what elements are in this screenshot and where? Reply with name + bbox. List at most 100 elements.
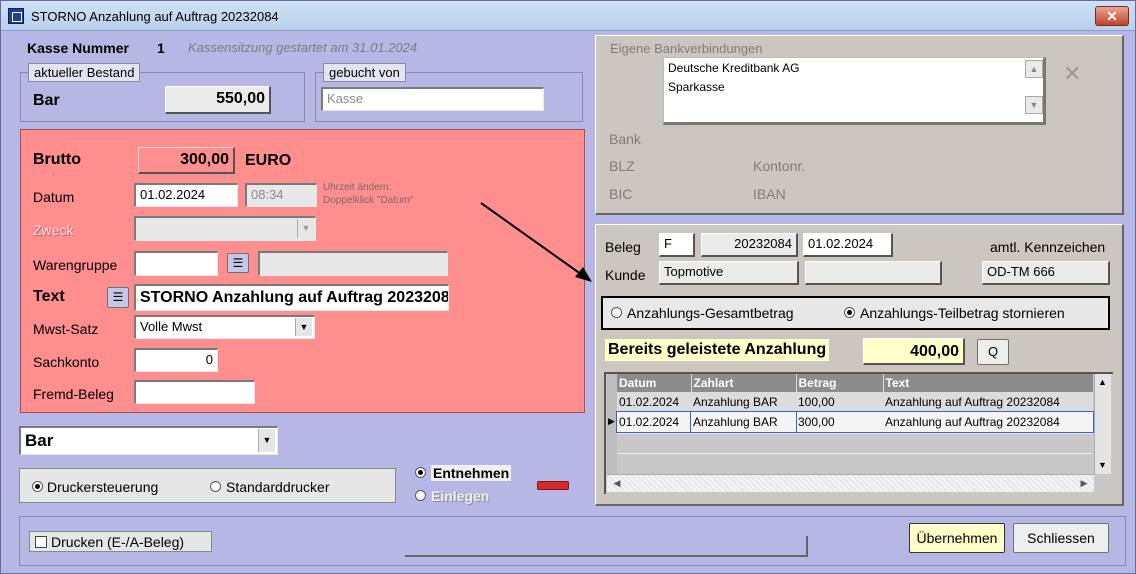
bic-label: BIC [609,186,633,202]
table-row[interactable]: 01.02.2024 Anzahlung BAR 300,00 Anzahlun… [616,411,1094,433]
grid-scroll-left-arrow-icon[interactable]: ◀ [609,475,625,491]
radio-einlegen[interactable] [415,490,426,501]
sachkonto-field[interactable]: 0 [134,348,218,372]
warengruppe-lookup-list-icon[interactable]: ☰ [227,253,249,273]
blz-label: BLZ [609,158,635,174]
grid-cell[interactable]: Anzahlung BAR [690,411,797,433]
grid-scroll-up-arrow-icon[interactable]: ▲ [1094,374,1111,390]
bestand-group-label: aktueller Bestand [28,63,141,82]
grid-cell[interactable]: 300,00 [796,412,883,432]
zweck-dropdown-arrow-icon[interactable]: ▼ [297,219,314,238]
print-checkbox[interactable] [35,536,47,548]
dialog-window: STORNO Anzahlung auf Auftrag 20232084 ✕ … [0,0,1136,574]
radio-entnehmen-label[interactable]: Entnehmen [431,465,512,481]
beleg-number-field: 20232084 [701,233,798,257]
warengruppe-label: Warengruppe [33,257,118,273]
grid-scroll-right-arrow-icon[interactable]: ▶ [1076,475,1092,491]
grid-cell[interactable]: 01.02.2024 [617,392,691,412]
table-row[interactable]: 01.02.2024 Anzahlung BAR 100,00 Anzahlun… [617,392,1093,412]
kasse-number: 1 [157,40,165,56]
grid-horizontal-scrollbar[interactable] [607,474,1094,492]
brutto-label: Brutto [33,151,81,168]
current-row-pointer-icon: ▶ [608,416,615,426]
text-field[interactable]: STORNO Anzahlung auf Auftrag 20232084 [134,284,449,311]
scroll-up-arrow-icon[interactable]: ▲ [1025,60,1043,78]
radio-druckersteuerung-label[interactable]: Druckersteuerung [47,479,158,495]
grid-table: Datum Zahlart Betrag Text 01.02.2024 Anz… [616,374,1094,433]
radio-standarddrucker[interactable] [210,481,221,492]
radio-anzahlung-teilbetrag-label[interactable]: Anzahlungs-Teilbetrag stornieren [860,305,1065,321]
accept-button[interactable]: Übernehmen [909,523,1005,553]
bank-group-label: Eigene Bankverbindungen [610,41,763,56]
grid-cell[interactable]: 100,00 [796,392,883,412]
kennzeichen-field: OD-TM 666 [982,261,1110,285]
kennzeichen-label: amtl. Kennzeichen [990,239,1106,255]
fremd-beleg-field[interactable] [134,380,255,404]
annotation-arrow-icon [480,202,592,282]
mwst-label: Mwst-Satz [33,321,99,337]
grid-header-zahlart[interactable]: Zahlart [691,374,797,392]
status-bar-field [405,536,808,557]
payment-dropdown-arrow-icon[interactable]: ▼ [258,429,275,452]
minus-indicator-icon [537,481,569,490]
gebucht-group-label: gebucht von [323,63,406,82]
window-title: STORNO Anzahlung auf Auftrag 20232084 [31,9,279,24]
time-hint-line1: Uhrzeit ändern: [323,182,392,193]
grid-cell[interactable]: 01.02.2024 [617,412,691,432]
gebucht-field[interactable]: Kasse [321,87,544,111]
title-bar: STORNO Anzahlung auf Auftrag 20232084 ✕ [1,1,1135,31]
app-icon [8,8,24,24]
beleg-label: Beleg [605,239,641,255]
radio-entnehmen[interactable] [415,467,426,478]
radio-anzahlung-teilbetrag[interactable] [844,307,855,318]
text-lookup-list-icon[interactable]: ☰ [107,287,129,308]
mwst-select[interactable]: Volle Mwst [134,315,315,339]
grid-cell[interactable]: Anzahlung BAR [691,392,796,412]
close-button[interactable]: Schliessen [1013,523,1109,553]
bereits-label: Bereits geleistete Anzahlung [605,339,830,361]
zweck-select[interactable] [134,216,316,241]
beleg-type-field: F [659,233,695,257]
print-checkbox-label[interactable]: Drucken (E-/A-Beleg) [51,534,184,550]
zweck-label: Zweck [33,222,74,238]
grid-header-datum[interactable]: Datum [617,374,692,392]
datum-field[interactable]: 01.02.2024 [134,183,238,207]
payment-type-select[interactable]: Bar [19,426,278,455]
radio-druckersteuerung[interactable] [32,481,43,492]
brutto-value[interactable]: 300,00 [138,147,235,174]
query-button[interactable]: Q [977,339,1009,365]
warengruppe-description [258,251,448,276]
time-field[interactable]: 08:34 [245,183,317,207]
radio-standarddrucker-label[interactable]: Standarddrucker [226,479,330,495]
bereits-value: 400,00 [863,338,965,365]
kasse-label: Kasse Nummer [27,40,129,56]
fremd-beleg-label: Fremd-Beleg [33,386,114,402]
grid-empty-row-divider [617,453,1093,454]
grid-scroll-down-arrow-icon[interactable]: ▼ [1094,457,1111,473]
datum-label[interactable]: Datum [33,189,74,205]
radio-einlegen-label[interactable]: Einlegen [431,488,489,504]
grid-header-betrag[interactable]: Betrag [796,374,884,392]
grid-cell[interactable]: Anzahlung auf Auftrag 20232084 [883,412,1093,432]
bestand-label: Bar [33,92,60,109]
bestand-value: 550,00 [165,86,271,114]
sachkonto-label: Sachkonto [33,354,100,370]
iban-label: IBAN [753,186,786,202]
beleg-date-field: 01.02.2024 [803,233,893,257]
window-close-button[interactable]: ✕ [1095,6,1129,26]
grid-cell[interactable]: Anzahlung auf Auftrag 20232084 [883,392,1093,412]
warengruppe-field[interactable] [134,251,218,276]
bank-list-item[interactable]: Deutsche Kreditbank AG [668,61,799,75]
delete-bank-x-icon[interactable]: ✕ [1063,61,1081,87]
mwst-dropdown-arrow-icon[interactable]: ▼ [295,318,312,336]
grid-header-text[interactable]: Text [883,374,1093,392]
text-label: Text [33,288,65,305]
kunde-extra-field [805,261,942,285]
bank-list-item[interactable]: Sparkasse [668,80,725,94]
grid-empty-row-divider [617,433,1093,434]
radio-anzahlung-gesamt-label[interactable]: Anzahlungs-Gesamtbetrag [627,305,794,321]
scroll-down-arrow-icon[interactable]: ▼ [1025,96,1043,114]
radio-anzahlung-gesamt[interactable] [611,307,622,318]
kunde-field: Topmotive [659,261,799,285]
bank-label: Bank [609,131,641,147]
